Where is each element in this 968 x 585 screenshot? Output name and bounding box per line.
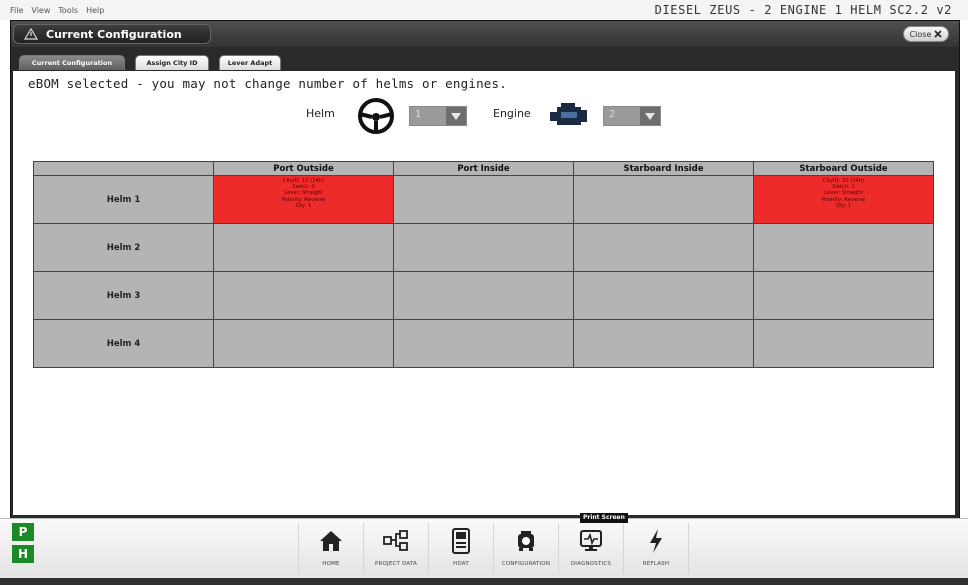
engine-icon [550, 103, 587, 125]
engine-count-dropdown[interactable]: 2 [603, 106, 661, 126]
cell-line: Qty: 1 [295, 202, 312, 209]
nav-reflash-button[interactable]: REFLASH [624, 523, 689, 575]
window-titlebar: Current Configuration Close [11, 21, 959, 47]
table-cell[interactable] [753, 319, 934, 368]
diagnostics-icon [580, 530, 602, 551]
column-header-port-inside: Port Inside [393, 161, 574, 176]
home-icon [320, 531, 342, 551]
menu-help[interactable]: Help [86, 6, 104, 15]
project-data-icon [383, 530, 408, 551]
table-cell[interactable] [213, 223, 394, 272]
helm-count-value: 1 [415, 109, 422, 120]
close-icon [934, 30, 942, 38]
menu-file[interactable]: File [10, 6, 23, 15]
badge-h[interactable]: H [12, 545, 34, 563]
table-row: Helm 2 [33, 223, 934, 272]
configuration-window: Current Configuration Close Current Conf… [10, 20, 960, 520]
helm-label: Helm [306, 107, 335, 120]
nav-configuration-label: CONFIGURATION [501, 561, 551, 567]
table-cell-assigned[interactable]: CityID: 10 (14h) Swtch: 1 Lever: Straigh… [753, 175, 934, 224]
table-cell[interactable] [573, 223, 754, 272]
tab-lever-adapt[interactable]: Lever Adapt [219, 55, 281, 70]
engine-label: Engine [493, 107, 531, 120]
table-cell[interactable] [393, 271, 574, 320]
nav-home-button[interactable]: HOME [298, 523, 364, 575]
row-header-helm-1: Helm 1 [33, 175, 214, 224]
engine-count-value: 2 [609, 109, 616, 120]
chevron-down-icon [640, 107, 660, 125]
column-header-port-outside: Port Outside [213, 161, 394, 176]
nav-diagnostics-button[interactable]: DIAGNOSTICS [559, 523, 624, 575]
configuration-icon [518, 531, 534, 551]
table-row: Helm 3 [33, 271, 934, 320]
table-row: Helm 1 CityID: 10 (14h) Swtch: 0 Lever: … [33, 175, 934, 224]
table-cell[interactable] [393, 175, 574, 224]
bottom-taskbar: P H Print Screen HOME PROJECT DATA HDAT … [0, 513, 968, 579]
table-cell[interactable] [393, 319, 574, 368]
print-screen-label[interactable]: Print Screen [580, 513, 628, 523]
row-header-helm-3: Helm 3 [33, 271, 214, 320]
menu-bar: File View Tools Help DIESEL ZEUS - 2 ENG… [0, 0, 968, 20]
badge-p[interactable]: P [12, 523, 34, 541]
table-cell[interactable] [753, 223, 934, 272]
table-cell[interactable] [213, 319, 394, 368]
window-title-tab: Current Configuration [13, 24, 211, 44]
close-button[interactable]: Close [903, 26, 949, 42]
nav-group: HOME PROJECT DATA HDAT CONFIGURATION DIA… [298, 523, 689, 575]
reflash-icon [650, 529, 662, 553]
steering-wheel-icon [358, 98, 394, 134]
table-cell[interactable] [573, 271, 754, 320]
nav-hdat-button[interactable]: HDAT [429, 523, 494, 575]
tab-strip: Current Configuration Assign City ID Lev… [11, 51, 959, 71]
cell-assignment-details: CityID: 10 (14h) Swtch: 1 Lever: Straigh… [754, 176, 933, 209]
window-title: Current Configuration [46, 27, 182, 41]
nav-hdat-label: HDAT [453, 561, 469, 567]
menu-tools[interactable]: Tools [58, 6, 78, 15]
warning-icon [24, 28, 38, 40]
nav-project-data-button[interactable]: PROJECT DATA [364, 523, 429, 575]
table-cell[interactable] [573, 175, 754, 224]
column-header [33, 161, 214, 176]
app-title: DIESEL ZEUS - 2 ENGINE 1 HELM SC2.2 v2 [654, 3, 952, 17]
table-cell[interactable] [393, 223, 574, 272]
tab-content: eBOM selected - you may not change numbe… [13, 71, 955, 515]
cell-assignment-details: CityID: 10 (14h) Swtch: 0 Lever: Straigh… [214, 176, 393, 209]
table-cell[interactable] [753, 271, 934, 320]
row-header-helm-4: Helm 4 [33, 319, 214, 368]
column-header-starboard-outside: Starboard Outside [753, 161, 934, 176]
table-cell[interactable] [213, 271, 394, 320]
nav-reflash-label: REFLASH [642, 561, 670, 567]
tab-assign-city-id[interactable]: Assign City ID [135, 55, 209, 70]
cell-line: Qty: 1 [835, 202, 852, 209]
nav-diagnostics-label: DIAGNOSTICS [570, 561, 612, 567]
menu-view[interactable]: View [31, 6, 50, 15]
table-cell[interactable] [573, 319, 754, 368]
bottom-strip [0, 578, 968, 585]
nav-configuration-button[interactable]: CONFIGURATION [494, 523, 559, 575]
helm-count-dropdown[interactable]: 1 [409, 106, 467, 126]
hdat-icon [452, 528, 470, 554]
row-header-helm-2: Helm 2 [33, 223, 214, 272]
chevron-down-icon [446, 107, 466, 125]
tab-current-configuration[interactable]: Current Configuration [19, 55, 125, 70]
nav-home-label: HOME [322, 561, 340, 567]
table-cell-assigned[interactable]: CityID: 10 (14h) Swtch: 0 Lever: Straigh… [213, 175, 394, 224]
column-header-starboard-inside: Starboard Inside [573, 161, 754, 176]
selector-row: Helm 1 Engine 2 [13, 98, 955, 134]
table-header-row: Port Outside Port Inside Starboard Insid… [33, 161, 934, 176]
configuration-table: Port Outside Port Inside Starboard Insid… [33, 161, 934, 368]
close-label: Close [909, 29, 932, 39]
nav-project-data-label: PROJECT DATA [374, 561, 418, 567]
ebom-notice: eBOM selected - you may not change numbe… [28, 76, 507, 91]
table-row: Helm 4 [33, 319, 934, 368]
